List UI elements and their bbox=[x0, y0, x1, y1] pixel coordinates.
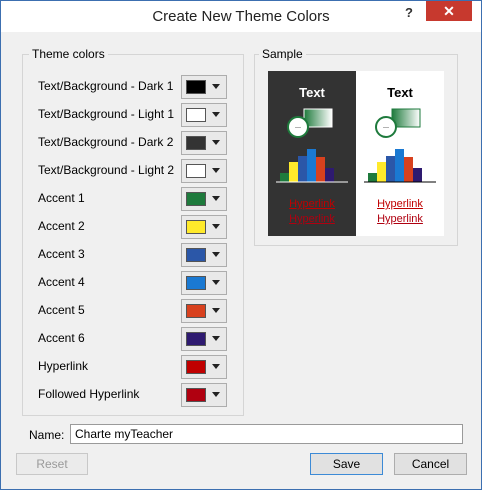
theme-color-row: Text/Background - Light 2 bbox=[38, 159, 233, 183]
theme-color-label: Accent 1 bbox=[38, 191, 85, 205]
theme-color-row: Followed Hyperlink bbox=[38, 383, 233, 407]
color-swatch bbox=[186, 220, 206, 234]
color-swatch bbox=[186, 360, 206, 374]
chevron-down-icon bbox=[212, 392, 220, 397]
sample-light-panel: Text --- Hyperlink Hyperlink bbox=[356, 71, 444, 236]
color-picker-button[interactable] bbox=[181, 327, 227, 351]
save-button[interactable]: Save bbox=[310, 453, 383, 475]
theme-color-row: Accent 4 bbox=[38, 271, 233, 295]
chevron-down-icon bbox=[212, 140, 220, 145]
sample-dark-panel: Text --- Hyperlink Hyperlink bbox=[268, 71, 356, 236]
sample-dark-text: Text bbox=[299, 85, 325, 100]
color-picker-button[interactable] bbox=[181, 299, 227, 323]
theme-color-label: Followed Hyperlink bbox=[38, 387, 140, 401]
color-picker-button[interactable] bbox=[181, 215, 227, 239]
sample-light-text: Text bbox=[387, 85, 413, 100]
color-picker-button[interactable] bbox=[181, 187, 227, 211]
chevron-down-icon bbox=[212, 364, 220, 369]
color-picker-button[interactable] bbox=[181, 75, 227, 99]
chevron-down-icon bbox=[212, 84, 220, 89]
color-swatch bbox=[186, 388, 206, 402]
reset-button[interactable]: Reset bbox=[16, 453, 88, 475]
theme-color-label: Text/Background - Dark 2 bbox=[38, 135, 174, 149]
sample-dark-graphic: --- bbox=[276, 108, 348, 183]
theme-color-row: Text/Background - Dark 2 bbox=[38, 131, 233, 155]
color-swatch bbox=[186, 248, 206, 262]
color-picker-button[interactable] bbox=[181, 243, 227, 267]
chevron-down-icon bbox=[212, 252, 220, 257]
theme-color-label: Text/Background - Dark 1 bbox=[38, 79, 174, 93]
sample-light-hyperlink: Hyperlink bbox=[377, 198, 423, 210]
chevron-down-icon bbox=[212, 336, 220, 341]
chevron-down-icon bbox=[212, 224, 220, 229]
color-swatch bbox=[186, 164, 206, 178]
color-picker-button[interactable] bbox=[181, 355, 227, 379]
help-button[interactable]: ? bbox=[402, 5, 416, 21]
theme-color-label: Accent 5 bbox=[38, 303, 85, 317]
theme-color-row: Hyperlink bbox=[38, 355, 233, 379]
color-swatch bbox=[186, 304, 206, 318]
theme-color-row: Accent 2 bbox=[38, 215, 233, 239]
theme-color-row: Accent 1 bbox=[38, 187, 233, 211]
sample-dark-hyperlink: Hyperlink bbox=[289, 198, 335, 210]
theme-color-row: Text/Background - Light 1 bbox=[38, 103, 233, 127]
theme-color-row: Accent 3 bbox=[38, 243, 233, 267]
chevron-down-icon bbox=[212, 196, 220, 201]
title-bar: Create New Theme Colors ? ✕ bbox=[1, 1, 481, 32]
color-picker-button[interactable] bbox=[181, 159, 227, 183]
name-input[interactable]: Charte myTeacher bbox=[70, 424, 463, 444]
chevron-down-icon bbox=[212, 168, 220, 173]
color-picker-button[interactable] bbox=[181, 271, 227, 295]
chevron-down-icon bbox=[212, 112, 220, 117]
cancel-button[interactable]: Cancel bbox=[394, 453, 467, 475]
color-picker-button[interactable] bbox=[181, 383, 227, 407]
sample-light-followed-hyperlink: Hyperlink bbox=[377, 213, 423, 225]
theme-color-label: Accent 6 bbox=[38, 331, 85, 345]
chevron-down-icon bbox=[212, 280, 220, 285]
theme-color-label: Text/Background - Light 2 bbox=[38, 163, 175, 177]
theme-colors-legend: Theme colors bbox=[29, 47, 108, 61]
theme-color-label: Accent 2 bbox=[38, 219, 85, 233]
sample-dark-followed-hyperlink: Hyperlink bbox=[289, 213, 335, 225]
color-swatch bbox=[186, 276, 206, 290]
color-swatch bbox=[186, 108, 206, 122]
color-swatch bbox=[186, 192, 206, 206]
theme-color-label: Text/Background - Light 1 bbox=[38, 107, 175, 121]
svg-text:---: --- bbox=[383, 125, 389, 131]
theme-color-row: Accent 5 bbox=[38, 299, 233, 323]
color-picker-button[interactable] bbox=[181, 131, 227, 155]
color-swatch bbox=[186, 136, 206, 150]
theme-color-row: Text/Background - Dark 1 bbox=[38, 75, 233, 99]
color-swatch bbox=[186, 80, 206, 94]
sample-legend: Sample bbox=[259, 47, 306, 61]
theme-color-row: Accent 6 bbox=[38, 327, 233, 351]
color-swatch bbox=[186, 332, 206, 346]
sample-light-graphic: --- bbox=[364, 108, 436, 183]
theme-color-label: Accent 3 bbox=[38, 247, 85, 261]
theme-color-label: Hyperlink bbox=[38, 359, 89, 373]
close-button[interactable]: ✕ bbox=[426, 1, 472, 21]
name-label: Name: bbox=[29, 428, 65, 442]
chevron-down-icon bbox=[212, 308, 220, 313]
theme-color-label: Accent 4 bbox=[38, 275, 85, 289]
svg-text:---: --- bbox=[295, 125, 301, 131]
color-picker-button[interactable] bbox=[181, 103, 227, 127]
